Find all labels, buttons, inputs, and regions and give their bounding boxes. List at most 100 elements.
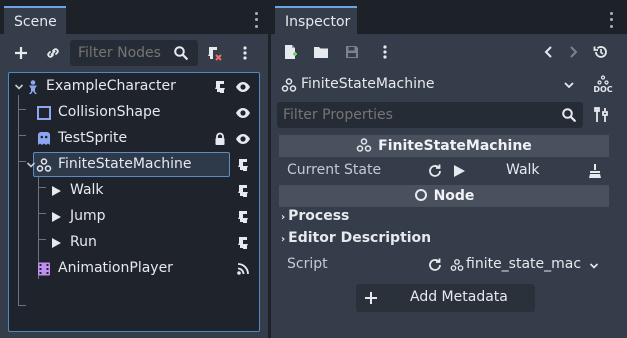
- object-name: FiniteStateMachine: [301, 76, 435, 92]
- state-machine-icon: [450, 259, 464, 271]
- tree-item-label: ExampleCharacter: [46, 78, 176, 94]
- chevron-right-icon: ›: [281, 212, 286, 223]
- scene-dock: Scene Filter Nodes ExampleCharacter Coll…: [0, 0, 268, 338]
- property-settings-button[interactable]: [591, 105, 611, 125]
- save-icon: [346, 46, 358, 58]
- tab-scene-label: Scene: [14, 14, 57, 30]
- tab-inspector-label: Inspector: [285, 14, 351, 30]
- new-resource-button[interactable]: [280, 42, 300, 62]
- tree-item-label: Walk: [70, 182, 104, 198]
- tree-item-collisionshape[interactable]: CollisionShape: [9, 100, 259, 126]
- save-resource-button[interactable]: [342, 42, 362, 62]
- chevron-down-icon[interactable]: [559, 75, 579, 95]
- property-script: Script finite_state_mac: [279, 252, 609, 278]
- add-metadata-label: Add Metadata: [410, 289, 508, 305]
- chevron-down-icon: [589, 263, 599, 269]
- inspector-more-icon[interactable]: [375, 42, 395, 62]
- object-selector[interactable]: FiniteStateMachine: [277, 72, 583, 98]
- tree-guide-line: [18, 305, 26, 306]
- doc-label: DOC: [593, 84, 613, 94]
- new-resource-icon: [285, 45, 297, 59]
- search-icon: [559, 105, 579, 125]
- property-label: Current State: [287, 162, 382, 178]
- tree-item-finitestatemachine[interactable]: FiniteStateMachine: [9, 152, 259, 178]
- reload-icon: [429, 258, 441, 271]
- collision-shape-icon: [36, 105, 52, 121]
- script-resource-picker[interactable]: finite_state_mac: [450, 255, 600, 275]
- inspector-dock: Inspector FiniteStateMachine DOC Filter …: [271, 0, 627, 338]
- link-icon: [47, 48, 59, 58]
- plus-icon: [15, 47, 27, 59]
- chevron-left-icon: [544, 46, 552, 58]
- add-metadata-button[interactable]: Add Metadata: [356, 284, 535, 312]
- broom-icon: [589, 164, 601, 178]
- tree-item-label: CollisionShape: [58, 104, 161, 120]
- revert-button[interactable]: [425, 255, 445, 275]
- script-icon[interactable]: [235, 209, 251, 225]
- inspector-panel: FiniteStateMachine DOC FiniteStateMachin…: [271, 34, 627, 338]
- history-button[interactable]: [591, 42, 611, 62]
- inspector-tabbar: Inspector: [271, 0, 627, 36]
- scene-more-icon[interactable]: [234, 42, 256, 64]
- add-node-button[interactable]: [10, 42, 32, 64]
- script-icon[interactable]: [235, 235, 251, 251]
- script-value: finite_state_mac: [466, 256, 582, 272]
- inspector-dock-menu-icon[interactable]: [606, 10, 616, 30]
- section-title: FiniteStateMachine: [378, 138, 532, 154]
- folder-icon: [314, 47, 328, 58]
- history-back-button[interactable]: [539, 42, 559, 62]
- tab-scene[interactable]: Scene: [4, 6, 66, 34]
- tree-item-jump[interactable]: Jump: [9, 204, 259, 230]
- signal-icon[interactable]: [235, 261, 251, 277]
- current-state-value[interactable]: Walk: [506, 162, 540, 178]
- character-icon: [25, 79, 41, 95]
- script-icon[interactable]: [212, 79, 228, 95]
- play-icon[interactable]: [449, 161, 469, 181]
- animation-player-icon: [36, 261, 52, 277]
- category-label: Process: [288, 208, 350, 224]
- state-machine-icon: [279, 75, 299, 95]
- open-documentation-button[interactable]: DOC: [591, 74, 615, 94]
- visibility-eye-icon[interactable]: [235, 105, 251, 121]
- reload-icon: [429, 164, 441, 177]
- revert-button[interactable]: [425, 161, 445, 181]
- visibility-eye-icon[interactable]: [235, 79, 251, 95]
- play-icon: [48, 209, 64, 225]
- scene-toolbar: [0, 34, 268, 70]
- category-editor-description[interactable]: › Editor Description: [281, 230, 431, 252]
- godot-editor: Scene Filter Nodes ExampleCharacter Coll…: [0, 0, 627, 338]
- tab-inspector[interactable]: Inspector: [275, 6, 357, 34]
- script-icon[interactable]: [235, 157, 251, 173]
- clear-node-path-button[interactable]: [585, 161, 605, 181]
- detach-script-button[interactable]: [203, 42, 225, 64]
- tree-item-run[interactable]: Run: [9, 230, 259, 256]
- chevron-right-icon: [570, 46, 578, 58]
- tree-item-label: TestSprite: [58, 130, 128, 146]
- tree-item-examplecharacter[interactable]: ExampleCharacter: [9, 74, 259, 100]
- play-icon: [48, 235, 64, 251]
- tree-item-label: FiniteStateMachine: [58, 156, 192, 172]
- tree-item-animationplayer[interactable]: AnimationPlayer: [9, 256, 259, 282]
- tree-item-testsprite[interactable]: TestSprite: [9, 126, 259, 152]
- scene-tree[interactable]: ExampleCharacter CollisionShape TestSpri…: [8, 72, 260, 332]
- node-circle-icon: [414, 189, 427, 201]
- search-icon: [170, 42, 192, 64]
- visibility-eye-icon[interactable]: [235, 131, 251, 147]
- script-icon[interactable]: [235, 183, 251, 199]
- history-forward-button[interactable]: [563, 42, 583, 62]
- section-title: Node: [433, 188, 475, 204]
- instance-scene-button[interactable]: [42, 42, 64, 64]
- lock-icon[interactable]: [212, 131, 228, 147]
- scene-tabbar: Scene: [0, 0, 268, 36]
- state-machine-icon: [36, 157, 52, 173]
- filter-properties-input[interactable]: [277, 102, 583, 128]
- documentation-icon: [597, 74, 609, 85]
- tree-item-label: AnimationPlayer: [58, 260, 173, 276]
- plus-icon: [365, 292, 377, 304]
- category-process[interactable]: › Process: [281, 208, 349, 230]
- category-label: Editor Description: [288, 230, 432, 246]
- tree-item-walk[interactable]: Walk: [9, 178, 259, 204]
- play-icon: [48, 183, 64, 199]
- load-resource-button[interactable]: [311, 42, 331, 62]
- scene-dock-menu-icon[interactable]: [251, 10, 261, 30]
